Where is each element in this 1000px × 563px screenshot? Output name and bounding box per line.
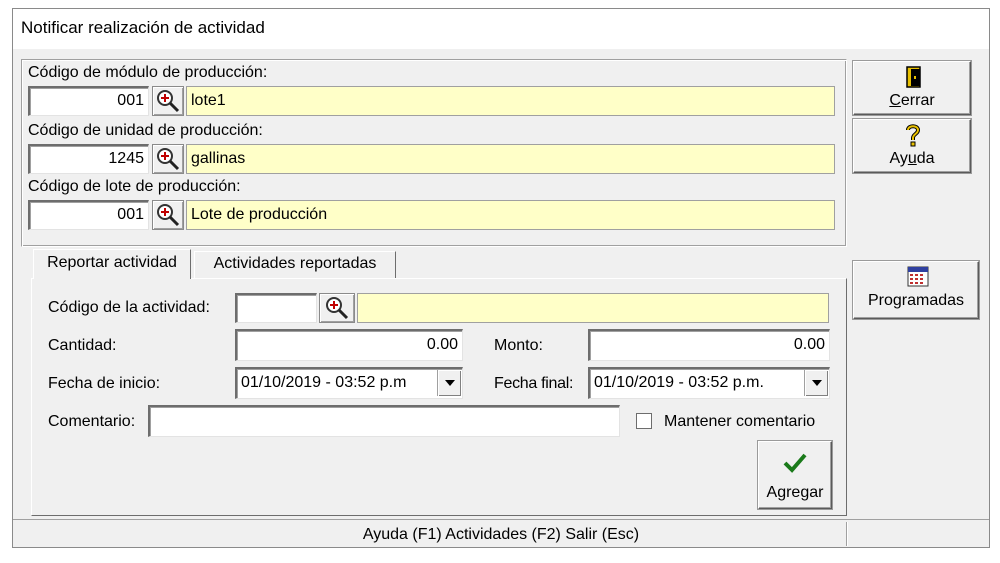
fecha-inicio-picker[interactable]: 01/10/2019 - 03:52 p.m (235, 367, 463, 399)
app-window: Notificar realización de actividad Códig… (12, 8, 990, 548)
modulo-search-button[interactable] (152, 86, 184, 116)
cantidad-label: Cantidad: (48, 337, 117, 354)
reportar-actividad-panel: Código de la actividad: Cantidad: 0.00 M… (31, 278, 847, 516)
magnifier-icon (157, 90, 180, 113)
actividad-name-display (357, 293, 829, 323)
modulo-code-input[interactable]: 001 (28, 86, 149, 116)
client-area: Código de módulo de producción: 001 lote… (13, 49, 989, 519)
window-title: Notificar realización de actividad (21, 18, 265, 37)
actividad-code-input[interactable] (235, 293, 317, 323)
comentario-label: Comentario: (48, 413, 136, 430)
mantener-comentario-checkbox[interactable] (636, 413, 652, 429)
magnifier-icon (157, 204, 180, 227)
unidad-search-button[interactable] (152, 144, 184, 174)
ayuda-button[interactable]: Ayuda (853, 119, 971, 173)
fecha-inicio-label: Fecha de inicio: (48, 375, 161, 392)
cantidad-input[interactable]: 0.00 (235, 329, 463, 361)
production-codes-group: Código de módulo de producción: 001 lote… (21, 59, 847, 247)
magnifier-icon (157, 148, 180, 171)
ayuda-label: Ayuda (889, 150, 935, 167)
mantener-comentario-label[interactable]: Mantener comentario (664, 413, 815, 431)
fecha-final-value: 01/10/2019 - 03:52 p.m. (594, 374, 764, 391)
unidad-name-display: gallinas (186, 144, 835, 174)
chevron-down-icon (444, 380, 455, 386)
actividad-search-button[interactable] (319, 293, 355, 323)
fecha-inicio-value: 01/10/2019 - 03:52 p.m (241, 374, 407, 391)
comentario-input[interactable] (148, 405, 620, 437)
cerrar-button[interactable]: Cerrar (853, 61, 971, 115)
chevron-down-icon (811, 380, 822, 386)
fecha-final-label: Fecha final: (494, 375, 574, 392)
monto-label: Monto: (494, 337, 543, 354)
lote-label: Código de lote de producción: (28, 178, 241, 195)
unidad-label: Código de unidad de producción: (28, 122, 263, 139)
monto-input[interactable]: 0.00 (588, 329, 830, 361)
calendar-icon (907, 266, 929, 287)
status-shortcuts: Ayuda (F1) Actividades (F2) Salir (Esc) (362, 526, 640, 543)
cerrar-label: Cerrar (889, 92, 935, 109)
help-question-icon (906, 124, 921, 147)
lote-search-button[interactable] (152, 200, 184, 230)
fecha-inicio-dropdown-button[interactable] (437, 370, 461, 396)
actividad-label: Código de la actividad: (48, 299, 210, 316)
fecha-final-picker[interactable]: 01/10/2019 - 03:52 p.m. (588, 367, 830, 399)
programadas-button[interactable]: Programadas (853, 261, 979, 319)
checkmark-icon (783, 453, 807, 473)
agregar-label: Agregar (766, 484, 824, 501)
tab-reportar-actividad[interactable]: Reportar actividad (33, 249, 191, 279)
lote-code-input[interactable]: 001 (28, 200, 149, 230)
agregar-button[interactable]: Agregar (758, 441, 832, 509)
programadas-label: Programadas (867, 292, 965, 309)
tab-actividades-reportadas[interactable]: Actividades reportadas (194, 251, 396, 279)
title-bar: Notificar realización de actividad (13, 9, 989, 49)
modulo-name-display: lote1 (186, 86, 835, 116)
modulo-label: Código de módulo de producción: (28, 64, 268, 81)
fecha-final-dropdown-button[interactable] (804, 370, 828, 396)
lote-name-display: Lote de producción (186, 200, 835, 230)
door-exit-icon (906, 66, 921, 88)
status-bar: Ayuda (F1) Actividades (F2) Salir (Esc) (13, 519, 989, 547)
magnifier-icon (326, 297, 349, 320)
unidad-code-input[interactable]: 1245 (28, 144, 149, 174)
